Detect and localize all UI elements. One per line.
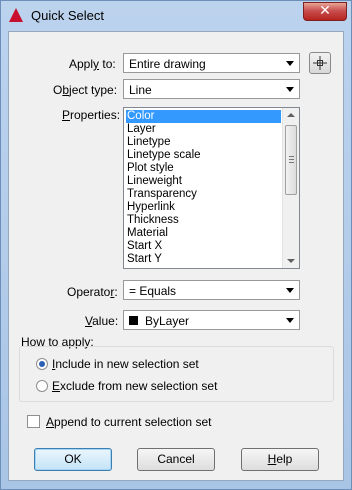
dialog-body: Apply to: Entire drawing Object type: Li…	[8, 31, 344, 481]
exclude-radio[interactable]	[36, 380, 48, 392]
properties-listbox[interactable]: Color Layer Linetype Linetype scale Plot sty…	[123, 107, 300, 269]
value-value: ByLayer	[145, 314, 190, 328]
operator-dropdown[interactable]: = Equals	[123, 280, 300, 300]
properties-scrollbar[interactable]	[282, 108, 299, 268]
dialog-title: Quick Select	[31, 8, 104, 23]
list-item[interactable]: Color	[126, 110, 281, 123]
list-item[interactable]: Layer	[126, 123, 281, 136]
chevron-down-icon	[286, 61, 294, 66]
list-item[interactable]: Lineweight	[126, 175, 281, 188]
exclude-label[interactable]: Exclude from new selection set	[52, 379, 217, 393]
ok-button[interactable]: OK	[34, 448, 112, 471]
list-item[interactable]: Linetype	[126, 136, 281, 149]
quick-select-dialog: Quick Select ✕ Apply to: Entire drawing …	[0, 0, 352, 490]
select-objects-button[interactable]	[309, 52, 331, 74]
cancel-button[interactable]: Cancel	[137, 448, 215, 471]
scroll-up-arrow-icon[interactable]	[287, 113, 295, 117]
scrollbar-thumb[interactable]	[285, 125, 297, 195]
append-label[interactable]: Append to current selection set	[46, 415, 211, 429]
object-type-value: Line	[129, 83, 152, 97]
close-icon: ✕	[319, 3, 331, 19]
value-label: Value:	[85, 314, 119, 328]
list-item[interactable]: Thickness	[126, 214, 281, 227]
list-item[interactable]: Material	[126, 227, 281, 240]
operator-label: Operator:	[67, 285, 118, 299]
list-item[interactable]: Plot style	[126, 162, 281, 175]
how-to-apply-group	[19, 346, 334, 402]
chevron-down-icon	[286, 288, 294, 293]
apply-to-dropdown[interactable]: Entire drawing	[123, 53, 300, 73]
list-item[interactable]: Start Y	[126, 253, 281, 266]
list-item[interactable]: Hyperlink	[126, 201, 281, 214]
list-item[interactable]: Linetype scale	[126, 149, 281, 162]
include-label[interactable]: Include in new selection set	[52, 357, 199, 371]
crosshair-icon	[313, 56, 327, 70]
color-swatch	[129, 316, 138, 325]
title-bar[interactable]: Quick Select ✕	[1, 1, 351, 29]
include-radio[interactable]	[36, 358, 48, 370]
help-button[interactable]: Help	[241, 448, 319, 471]
append-checkbox[interactable]	[27, 415, 40, 428]
radio-dot	[39, 361, 45, 367]
apply-to-value: Entire drawing	[129, 57, 206, 71]
autocad-icon	[9, 8, 23, 22]
list-item[interactable]: Transparency	[126, 188, 281, 201]
close-button[interactable]: ✕	[303, 2, 347, 21]
properties-label: Properties:	[62, 108, 121, 122]
chevron-down-icon	[286, 87, 294, 92]
object-type-label: Object type:	[53, 83, 118, 97]
value-dropdown[interactable]: ByLayer	[123, 310, 300, 330]
object-type-dropdown[interactable]: Line	[123, 79, 300, 99]
chevron-down-icon	[286, 318, 294, 323]
scroll-down-arrow-icon[interactable]	[287, 259, 295, 263]
operator-value: = Equals	[129, 284, 177, 298]
list-item[interactable]: Start X	[126, 240, 281, 253]
apply-to-label: Apply to:	[69, 57, 116, 71]
